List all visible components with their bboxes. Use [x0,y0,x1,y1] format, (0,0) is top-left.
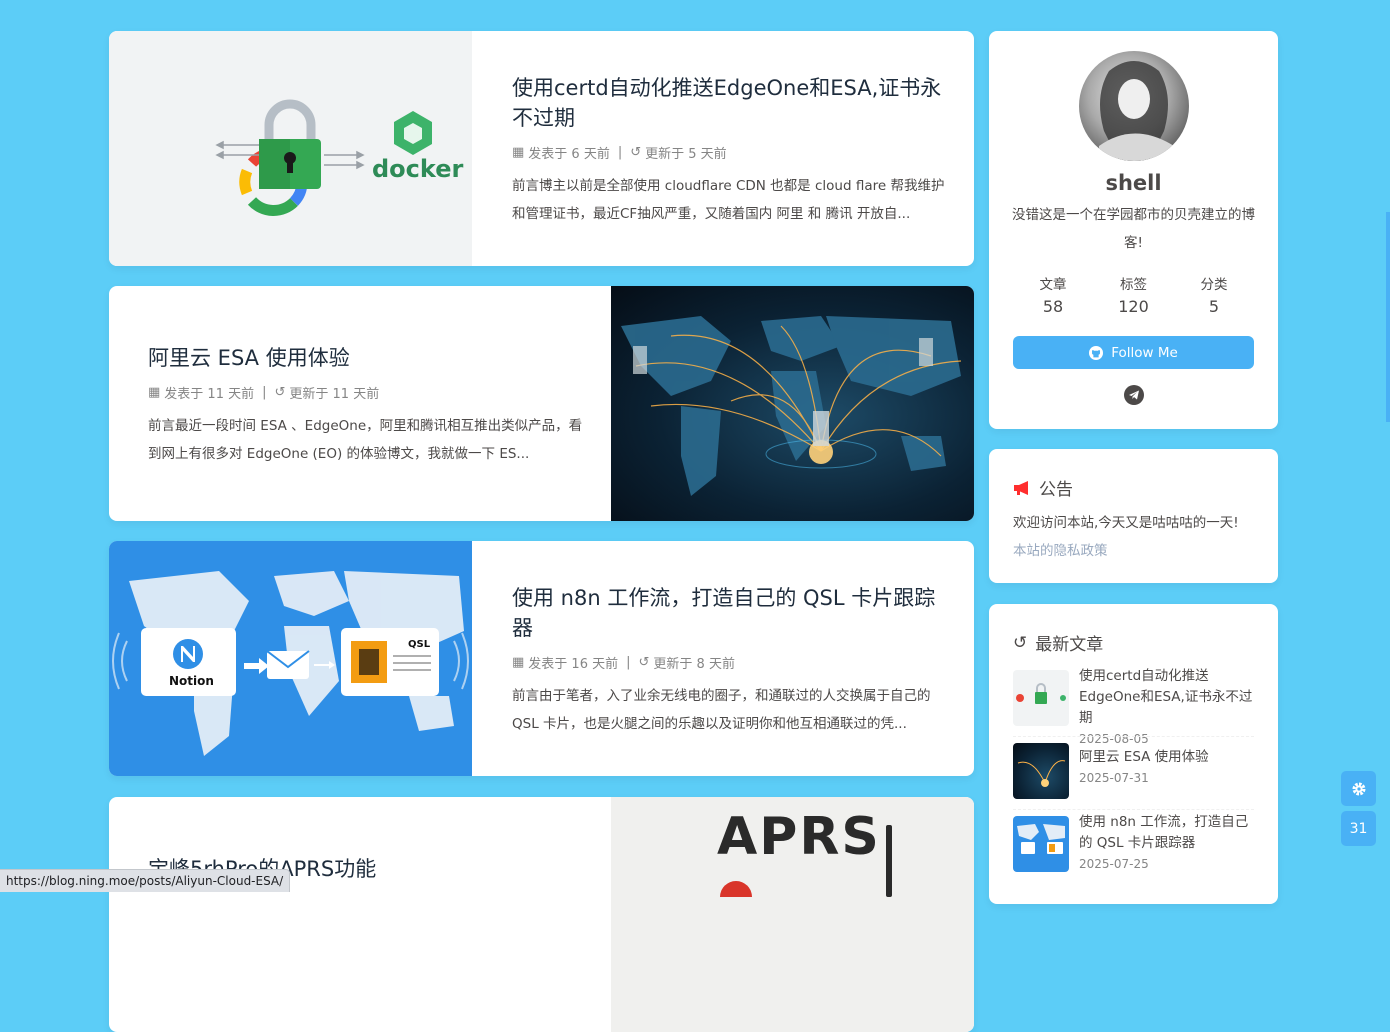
post-excerpt: 前言博主以前是全部使用 cloudflare CDN 也都是 cloud fla… [512,178,945,222]
recent-post-item[interactable]: 使用 n8n 工作流，打造自己的 QSL 卡片跟踪器 2025-07-25 [1013,814,1254,874]
recent-post-date: 2025-07-25 [1079,857,1149,871]
recent-post-title: 阿里云 ESA 使用体验 2025-07-31 [1079,747,1255,789]
calendar-icon: ▦ [512,655,525,670]
telegram-icon[interactable] [1124,385,1144,405]
announcement-text: 欢迎访问本站,今天又是咕咕咕的一天! [1013,515,1239,531]
status-bar-url: https://blog.ning.moe/posts/Aliyun-Cloud… [0,869,291,892]
author-card: shell 没错这是一个在学园都市的贝壳建立的博客! 文章 58 标签 120 … [989,31,1278,429]
post-cover[interactable]: APRS [611,797,974,1032]
recent-thumb[interactable] [1013,670,1069,726]
follow-label: Follow Me [1111,344,1178,361]
calendar-icon: ▦ [512,145,525,160]
stat-tags[interactable]: 标签 120 [1094,273,1174,316]
recent-post-date: 2025-07-31 [1079,771,1149,785]
lock-icon [259,99,321,189]
world-map-illustration [112,571,469,756]
author-name: shell [1105,171,1162,195]
recent-post-title: 使用certd自动化推送EdgeOne和ESA,证书永不过期 2025-08-0… [1079,666,1255,750]
recent-post-item[interactable]: 使用certd自动化推送EdgeOne和ESA,证书永不过期 2025-08-0… [1013,668,1254,746]
scrollbar-thumb[interactable] [1386,212,1390,422]
bullhorn-icon [1014,480,1028,495]
post-cover[interactable]: Notion QSL [109,541,472,776]
avatar-illustration [1099,61,1174,161]
qsl-label: QSL [408,639,431,650]
certificate-illustration [215,99,432,216]
announcement-title: 公告 [1039,480,1073,500]
post-title[interactable]: 阿里云 ESA 使用体验 [148,343,588,373]
meta-separator: | [626,655,631,670]
post-excerpt: 前言最近一段时间 ESA 、EdgeOne，阿里和腾讯相互推出类似产品，看到网上… [148,418,583,462]
history-icon: ↺ [630,145,642,160]
certificate-thumb [1016,683,1066,704]
docker-text: docker [372,155,464,183]
post-info: 使用 n8n 工作流，打造自己的 QSL 卡片跟踪器 ▦ 发表于 16 天前 |… [512,583,952,776]
post-meta: ▦ 发表于 11 天前 | ↺ 更新于 11 天前 [148,383,588,402]
post-updated: 更新于 5 天前 [645,147,727,162]
recent-thumb[interactable] [1013,816,1069,872]
post-excerpt: 前言由于笔者，入了业余无线电的圈子，和通联过的人交换属于自己的 QSL 卡片，也… [512,688,931,732]
gear-icon [1352,782,1365,795]
history-icon: ↺ [638,655,650,670]
recent-post-title: 使用 n8n 工作流，打造自己的 QSL 卡片跟踪器 2025-07-25 [1079,812,1255,875]
announcement-header: 公告 [1013,475,1073,500]
reading-progress-button[interactable]: 31 [1341,811,1376,846]
calendar-icon: ▦ [148,385,161,400]
post-cover[interactable]: docker [109,31,472,266]
docker-logo [394,111,432,155]
follow-button[interactable]: Follow Me [1013,336,1254,369]
post-meta: ▦ 发表于 16 天前 | ↺ 更新于 8 天前 [512,653,952,672]
world-map-thumb [1017,824,1065,854]
history-icon: ↺ [1013,632,1028,653]
author-description: 没错这是一个在学园都市的贝壳建立的博客! [1012,207,1255,251]
divider [1013,809,1254,810]
post-published: 发表于 6 天前 [528,147,610,162]
post-card[interactable]: docker 使用certd自动化推送EdgeOne和ESA,证书永不过期 ▦ … [109,31,974,266]
post-title[interactable]: 使用certd自动化推送EdgeOne和ESA,证书永不过期 [512,73,952,133]
avatar[interactable] [1079,51,1189,161]
recent-header: ↺ 最新文章 [1013,630,1104,656]
settings-button[interactable] [1341,771,1376,806]
post-meta: ▦ 发表于 6 天前 | ↺ 更新于 5 天前 [512,143,952,162]
post-updated: 更新于 8 天前 [653,657,735,672]
recent-posts-card: ↺ 最新文章 使用certd自动化推送EdgeOne和ESA,证书永不过期 20… [989,604,1278,904]
post-card[interactable]: 阿里云 ESA 使用体验 ▦ 发表于 11 天前 | ↺ 更新于 11 天前 前… [109,286,974,521]
post-info: 阿里云 ESA 使用体验 ▦ 发表于 11 天前 | ↺ 更新于 11 天前 前… [148,343,588,521]
post-card[interactable]: Notion QSL 使用 n8n 工作流，打造自己的 QSL 卡片跟踪器 ▦ … [109,541,974,776]
post-card[interactable]: 宝峰5rhPro的APRS功能 APRS [109,797,974,1032]
github-icon [1089,345,1104,360]
divider [1013,736,1254,737]
meta-separator: | [617,145,623,160]
recent-post-item[interactable]: 阿里云 ESA 使用体验 2025-07-31 [1013,743,1254,801]
recent-thumb[interactable] [1013,743,1069,799]
privacy-policy-link[interactable]: 本站的隐私政策 [1013,539,1108,559]
notion-label: Notion [169,674,214,688]
progress-counter: 31 [1349,820,1368,837]
stat-articles[interactable]: 文章 58 [1013,273,1093,316]
post-published: 发表于 16 天前 [528,657,619,672]
stat-categories[interactable]: 分类 5 [1174,273,1254,316]
history-icon: ↺ [274,385,286,400]
network-thumb [1017,760,1066,787]
aprs-illustration [720,825,892,897]
network-map-illustration [621,316,962,496]
post-info: 使用certd自动化推送EdgeOne和ESA,证书永不过期 ▦ 发表于 6 天… [512,73,952,266]
post-updated: 更新于 11 天前 [289,387,380,402]
post-published: 发表于 11 天前 [164,387,255,402]
post-cover[interactable] [611,286,974,521]
meta-separator: | [262,385,267,400]
site-stats: 文章 58 标签 120 分类 5 [1013,273,1254,316]
announcement-card: 公告 欢迎访问本站,今天又是咕咕咕的一天! 本站的隐私政策 [989,449,1278,583]
telegram-plane-icon [1129,390,1139,400]
post-title[interactable]: 使用 n8n 工作流，打造自己的 QSL 卡片跟踪器 [512,583,952,643]
recent-title: 最新文章 [1035,635,1104,655]
